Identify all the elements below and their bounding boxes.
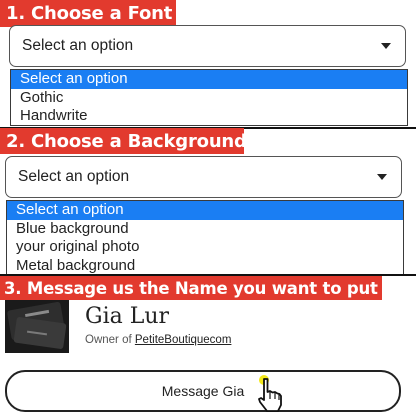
message-button-label: Message Gia xyxy=(161,383,245,399)
background-option[interactable]: Blue background xyxy=(7,220,403,239)
caret-down-icon xyxy=(381,43,391,49)
font-option[interactable]: Select an option xyxy=(11,70,407,89)
step2-banner: 2. Choose a Background xyxy=(0,128,247,154)
font-select-value: Select an option xyxy=(22,37,134,54)
seller-name: Gia Lur xyxy=(85,304,170,329)
background-select[interactable]: Select an option xyxy=(5,156,402,198)
background-option[interactable]: your original photo xyxy=(7,238,403,257)
background-select-value: Select an option xyxy=(18,168,130,185)
avatar xyxy=(5,300,69,353)
background-option[interactable]: Metal background xyxy=(7,257,403,276)
font-option[interactable]: Handwrite xyxy=(11,107,407,126)
font-options-list: Select an option Gothic Handwrite xyxy=(10,69,408,126)
font-select[interactable]: Select an option xyxy=(9,25,406,67)
step1-banner-text: 1. Choose a Font xyxy=(6,3,173,24)
step1-banner: 1. Choose a Font xyxy=(0,0,176,27)
step3-banner: 3. Message us the Name you want to put xyxy=(0,276,382,300)
shop-link[interactable]: PetiteBoutiquecom xyxy=(135,334,232,346)
owner-line: Owner of PetiteBoutiquecom xyxy=(85,334,231,346)
font-option[interactable]: Gothic xyxy=(11,89,407,108)
background-options-list: Select an option Blue background your or… xyxy=(6,200,404,275)
owner-prefix: Owner of xyxy=(85,334,132,346)
avatar-photo xyxy=(5,300,69,353)
message-button[interactable]: Message Gia xyxy=(5,370,401,412)
step2-banner-text: 2. Choose a Background xyxy=(6,130,247,152)
caret-down-icon xyxy=(377,174,387,180)
hand-pointer-icon xyxy=(258,375,282,412)
step3-banner-text: 3. Message us the Name you want to put xyxy=(4,278,378,298)
background-option[interactable]: Select an option xyxy=(7,201,403,220)
